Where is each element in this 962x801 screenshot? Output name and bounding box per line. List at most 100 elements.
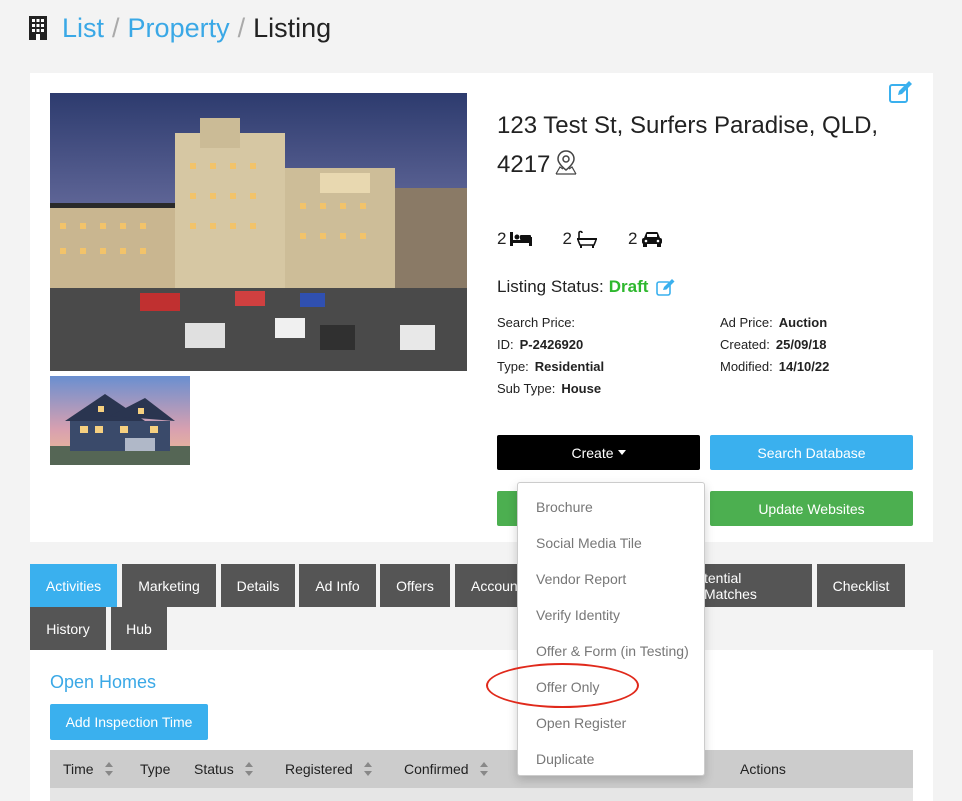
tab-accounts[interactable]: Accoun	[455, 564, 518, 607]
tab-potential-matches[interactable]: tential Matches	[704, 564, 812, 607]
menu-item-duplicate[interactable]: Duplicate	[536, 749, 594, 769]
edit-status-icon[interactable]	[656, 278, 676, 296]
breadcrumb-property-link[interactable]: Property	[128, 13, 230, 44]
bed-icon	[510, 232, 533, 246]
property-address: 123 Test St, Surfers Paradise, QLD, 4217	[497, 106, 897, 184]
meta-value: Auction	[778, 315, 828, 330]
tab-label: Accoun	[471, 577, 518, 594]
column-label: Actions	[740, 761, 786, 777]
tab-label: History	[46, 620, 90, 637]
tab-label: Details	[236, 577, 280, 594]
meta-created: Created: 25/09/18	[720, 334, 829, 356]
listing-meta-left: Search Price: ID: P-2426920 Type: Resident…	[497, 312, 604, 400]
meta-search-price: Search Price:	[497, 312, 604, 334]
column-actions: Actions	[740, 750, 786, 788]
listing-meta-right: Ad Price: Auction Created: 25/09/18 Modifi…	[720, 312, 829, 378]
table-row	[50, 788, 913, 801]
tab-label: Hub	[126, 620, 152, 637]
column-registered[interactable]: Registered	[285, 750, 373, 788]
meta-value: 25/09/18	[775, 337, 827, 352]
open-homes-title: Open Homes	[50, 672, 157, 692]
meta-value: Residential	[534, 359, 605, 374]
caret-down-icon	[617, 450, 626, 455]
menu-item-vendor-report[interactable]: Vendor Report	[536, 569, 626, 589]
tab-details[interactable]: Details	[221, 564, 295, 607]
sort-icon[interactable]	[104, 761, 114, 777]
tab-label: Offers	[396, 577, 434, 594]
cars-feature: 2	[628, 229, 663, 249]
listing-status-value: Draft	[608, 277, 649, 296]
breadcrumb: List / Property / Listing	[28, 12, 331, 44]
meta-label: Sub Type:	[497, 381, 556, 396]
column-label: Time	[63, 761, 94, 777]
highlight-annotation-ellipse	[486, 663, 639, 708]
meta-label: Type:	[497, 359, 529, 374]
listing-status: Listing Status: Draft	[497, 277, 676, 297]
tab-ad-info[interactable]: Ad Info	[299, 564, 376, 607]
meta-value: P-2426920	[519, 337, 584, 352]
meta-sub-type: Sub Type: House	[497, 378, 604, 400]
column-label: Status	[194, 761, 234, 777]
create-dropdown-button[interactable]: Create	[497, 435, 700, 470]
breadcrumb-list-link[interactable]: List	[62, 13, 104, 44]
car-icon	[642, 232, 663, 247]
column-label: Registered	[285, 761, 353, 777]
meta-ad-price: Ad Price: Auction	[720, 312, 829, 334]
breadcrumb-current: Listing	[253, 12, 332, 43]
create-dropdown-menu: Brochure Social Media Tile Vendor Report…	[517, 482, 705, 776]
sort-icon[interactable]	[363, 761, 373, 777]
tab-marketing[interactable]: Marketing	[122, 564, 216, 607]
menu-item-brochure[interactable]: Brochure	[536, 497, 593, 517]
sort-icon[interactable]	[244, 761, 254, 777]
sort-icon[interactable]	[479, 761, 489, 777]
building-icon	[29, 16, 47, 40]
tab-label: tential Matches	[704, 569, 757, 602]
column-label: Type	[140, 761, 171, 777]
menu-item-social-media-tile[interactable]: Social Media Tile	[536, 533, 642, 553]
cars-count: 2	[627, 229, 638, 248]
meta-label: Created:	[720, 337, 770, 352]
baths-feature: 2	[562, 229, 597, 249]
search-database-button[interactable]: Search Database	[710, 435, 913, 470]
tab-label: Checklist	[832, 577, 890, 594]
tab-checklist[interactable]: Checklist	[817, 564, 905, 607]
tab-history[interactable]: History	[30, 607, 106, 650]
beds-feature: 2	[497, 229, 533, 249]
edit-listing-icon[interactable]	[888, 80, 914, 104]
meta-label: Ad Price:	[720, 315, 773, 330]
address-line-2: 4217	[497, 151, 551, 178]
update-websites-button[interactable]: Update Websites	[710, 491, 913, 526]
meta-label: ID:	[497, 337, 514, 352]
menu-item-verify-identity[interactable]: Verify Identity	[536, 605, 620, 625]
column-confirmed[interactable]: Confirmed	[404, 750, 489, 788]
column-time[interactable]: Time	[63, 750, 114, 788]
menu-item-offer-and-form[interactable]: Offer & Form (in Testing)	[536, 641, 689, 661]
meta-id: ID: P-2426920	[497, 334, 604, 356]
address-line-1: 123 Test St, Surfers Paradise, QLD,	[497, 112, 879, 139]
update-websites-label: Update Websites	[758, 500, 865, 517]
property-thumbnail-photo[interactable]	[50, 376, 190, 465]
meta-value: House	[561, 381, 602, 396]
column-label: Confirmed	[404, 761, 469, 777]
search-database-label: Search Database	[757, 444, 866, 461]
menu-item-open-register[interactable]: Open Register	[536, 713, 626, 733]
tab-activities[interactable]: Activities	[30, 564, 117, 607]
tab-label: Ad Info	[315, 577, 360, 594]
beds-count: 2	[497, 229, 507, 248]
tab-offers[interactable]: Offers	[380, 564, 450, 607]
column-type[interactable]: Type	[140, 750, 170, 788]
map-pin-icon[interactable]	[554, 149, 578, 175]
create-button-label: Create	[571, 444, 614, 461]
baths-count: 2	[562, 229, 572, 248]
property-features: 2 2 2	[497, 229, 693, 249]
property-main-photo[interactable]	[50, 93, 467, 371]
breadcrumb-separator: /	[237, 12, 246, 43]
meta-modified: Modified: 14/10/22	[720, 356, 829, 378]
add-inspection-time-button[interactable]: Add Inspection Time	[50, 704, 208, 740]
listing-status-label: Listing Status:	[497, 277, 604, 296]
meta-type: Type: Residential	[497, 356, 604, 378]
column-status[interactable]: Status	[194, 750, 254, 788]
tab-label: Activities	[45, 577, 102, 594]
tab-hub[interactable]: Hub	[111, 607, 167, 650]
meta-label: Modified:	[720, 359, 773, 374]
